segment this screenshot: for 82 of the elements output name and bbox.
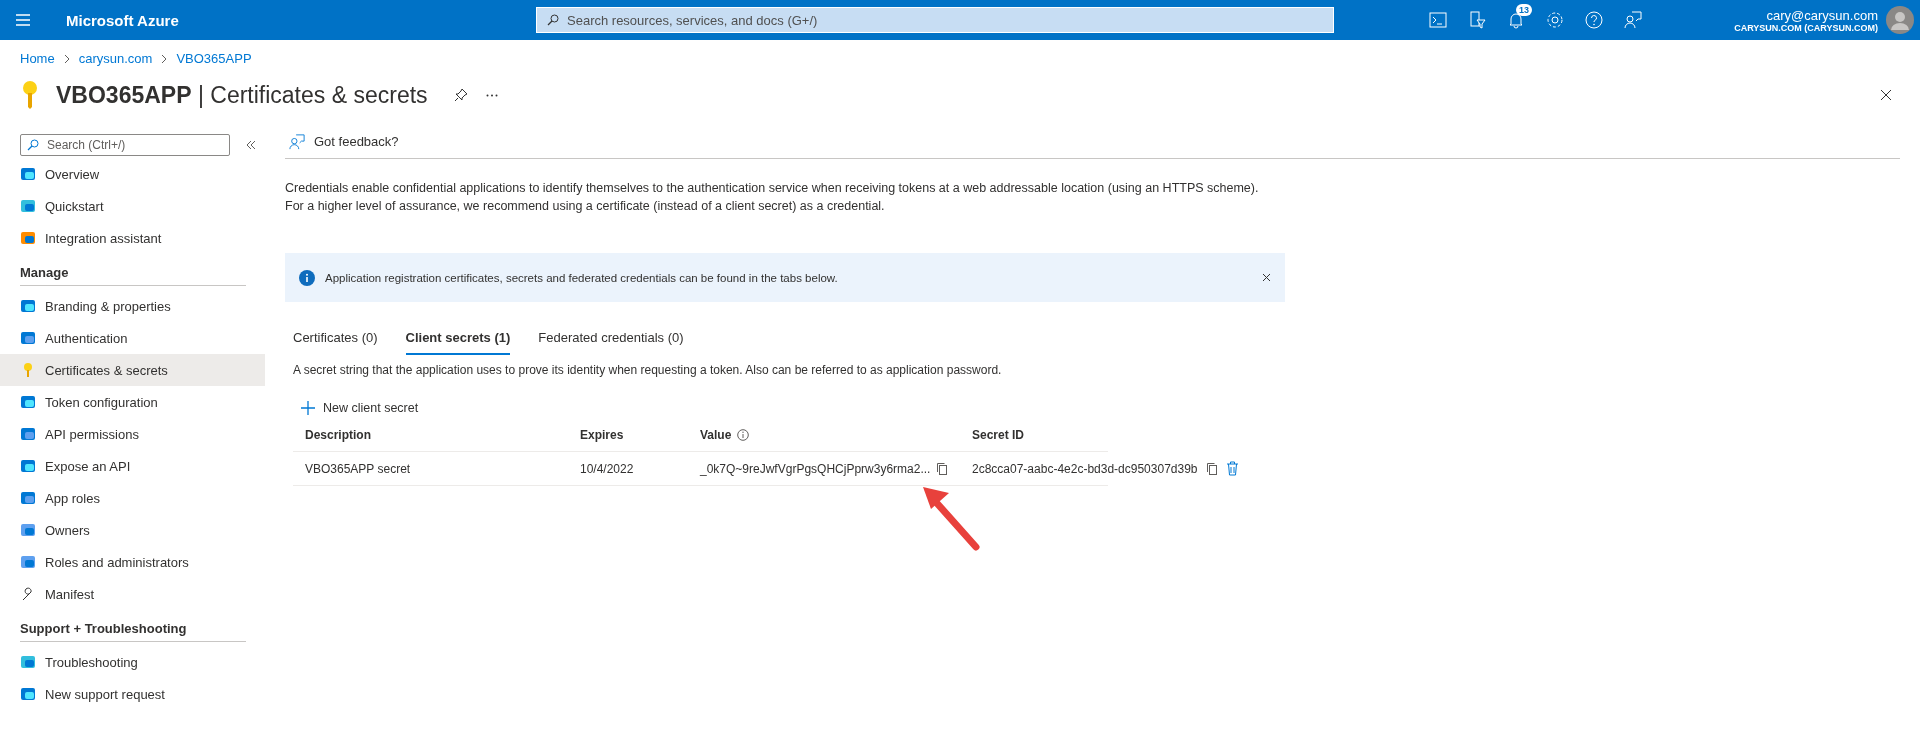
help-icon[interactable] (1585, 11, 1603, 29)
sidebar-item[interactable]: Overview (0, 158, 265, 190)
pointer-arrow (921, 485, 981, 551)
table-cell: VBO365APP secret (305, 461, 411, 476)
column-header: Secret ID (972, 428, 1025, 442)
new-client-secret-button[interactable]: New client secret (297, 397, 423, 419)
sidebar-item[interactable]: Authentication (0, 322, 265, 354)
secret-value: _0k7Q~9reJwfVgrPgsQHCjPprw3y6rma2... (700, 461, 931, 476)
tab[interactable]: Certificates (0) (293, 322, 378, 355)
page-title: VBO365APP | Certificates & secrets (56, 81, 428, 109)
menu-item-icon (20, 522, 36, 538)
notification-count: 13 (1516, 4, 1532, 16)
sidebar-item[interactable]: Certificates & secrets (0, 354, 265, 386)
menu-item-icon (20, 458, 36, 474)
section-heading: Support + Troubleshooting (20, 616, 246, 642)
terminal-icon[interactable] (1429, 12, 1447, 28)
sidebar-item[interactable]: Quickstart (0, 190, 265, 222)
banner-text: Application registration certificates, secrets and federated credentials can be found in the tabs below. (325, 271, 838, 284)
section-heading: Manage (20, 260, 246, 286)
bell-icon[interactable] (1507, 11, 1525, 29)
sidebar-item[interactable]: Branding & properties (0, 290, 265, 322)
search-icon (27, 139, 39, 151)
sidebar-item[interactable]: Integration assistant (0, 222, 265, 254)
sidebar-item[interactable]: Troubleshooting (0, 646, 265, 678)
column-header: Expires (580, 428, 624, 442)
menu-item-icon (20, 554, 36, 570)
tab-description: A secret string that the application uses to prove its identity when requesting a token. Also can be referred to as application password. (293, 363, 1003, 377)
menu-item-icon (20, 426, 36, 442)
close-icon[interactable] (1262, 273, 1271, 282)
menu-item-icon (20, 330, 36, 346)
sidebar-item[interactable]: Token configuration (0, 386, 265, 418)
copy-icon[interactable] (1205, 462, 1218, 475)
menu-item-icon (20, 166, 36, 182)
info-icon[interactable] (737, 429, 750, 441)
global-search-field[interactable]: Search resources, services, and docs (G+/) (536, 7, 1334, 33)
sidebar-item[interactable]: Roles and administrators (0, 546, 265, 578)
breadcrumb-link[interactable]: carysun.com (78, 51, 153, 66)
menu-item-icon (20, 686, 36, 702)
column-header: Description (305, 428, 371, 442)
menu-item-icon (20, 230, 36, 246)
menu-item-icon (20, 654, 36, 670)
secret-id: 2c8cca07-aabc-4e2c-bd3d-dc950307d39b (972, 461, 1198, 476)
breadcrumb-link[interactable]: VBO365APP (176, 51, 252, 66)
filter-icon[interactable] (1468, 11, 1486, 29)
chevron-icon (161, 53, 168, 64)
close-icon[interactable] (1880, 89, 1892, 101)
tenant-name[interactable]: CARYSUN.COM (CARYSUN.COM) (1734, 22, 1878, 33)
key-icon (22, 80, 38, 110)
sidebar-item[interactable]: App roles (0, 482, 265, 514)
copy-icon[interactable] (936, 462, 949, 475)
search-icon (547, 14, 559, 26)
plus-icon (301, 401, 315, 415)
pin-icon[interactable] (453, 88, 468, 102)
tab[interactable]: Federated credentials (0) (538, 322, 684, 355)
breadcrumb-link[interactable]: Home (20, 51, 55, 66)
sidebar-item[interactable]: Owners (0, 514, 265, 546)
feedback-icon (289, 133, 305, 150)
brand-title[interactable]: Microsoft Azure (66, 11, 536, 29)
user-email[interactable]: cary@carysun.com (1766, 7, 1878, 23)
tab[interactable]: Client secrets (1) (405, 322, 511, 355)
sidebar-item[interactable]: New support request (0, 678, 265, 710)
settings-icon[interactable] (1546, 11, 1564, 29)
feedback-icon[interactable] (1624, 11, 1642, 29)
sidebar-item[interactable]: Expose an API (0, 450, 265, 482)
sidebar-item[interactable]: Manifest (0, 578, 265, 610)
column-header: Value (700, 428, 732, 442)
description-text: Credentials enable confidential applications to identify themselves to the authentication service when receiving tokens at a web addressable location (using an HTTPS scheme). For a higher level of assurance, we recommend using a certificate (instead of a client secret) as a credential. (285, 180, 1260, 215)
sidebar-item[interactable]: API permissions (0, 418, 265, 450)
avatar-icon[interactable] (1886, 6, 1914, 34)
chevron-icon (63, 53, 70, 64)
menu-item-icon (20, 298, 36, 314)
menu-item-icon (20, 198, 36, 214)
menu-icon[interactable] (16, 14, 30, 26)
more-icon[interactable] (485, 93, 498, 97)
collapse-icon[interactable] (246, 140, 256, 150)
delete-icon[interactable] (1225, 461, 1239, 476)
menu-item-icon (20, 394, 36, 410)
feedback-button[interactable]: Got feedback? (285, 127, 403, 156)
info-icon (299, 269, 315, 286)
sidebar-search-field[interactable]: Search (Ctrl+/) (20, 134, 230, 156)
table-cell: 10/4/2022 (580, 461, 634, 476)
menu-item-icon (20, 490, 36, 506)
